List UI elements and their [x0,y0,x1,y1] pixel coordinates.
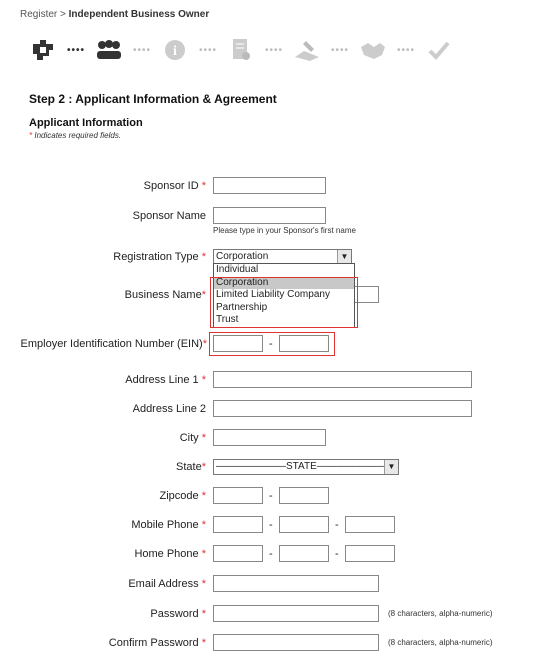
zipcode-label: Zipcode * [159,490,206,502]
progress-dots: •••• [66,44,85,56]
handshake-icon [360,37,386,63]
home-area-input[interactable] [213,545,263,562]
business-name-label: Business Name* [124,289,206,301]
progress-steps: •••• •••• i •••• •••• •••• •••• [30,36,452,64]
state-label: State* [176,461,206,473]
zipcode-row: Zipcode * - [0,487,550,507]
progress-dots: •••• [330,44,349,56]
mobile-area-input[interactable] [213,516,263,533]
sponsor-name-label: Sponsor Name [132,210,206,222]
password-hint: (8 characters, alpha-numeric) [388,609,493,618]
mobile-phone-label: Mobile Phone * [131,519,206,531]
sponsor-name-hint: Please type in your Sponsor's first name [213,226,356,235]
password-label: Password * [150,608,206,620]
breadcrumb-separator: > [57,9,69,20]
ein-label: Employer Identification Number (EIN)* [20,338,207,350]
signature-icon [294,37,320,63]
progress-dots: •••• [198,44,217,56]
state-row: State* ———————STATE——————— ▼ [0,458,550,478]
address1-input[interactable] [213,371,472,388]
sponsor-id-row: Sponsor ID * [0,177,550,197]
sponsor-id-input[interactable] [213,177,326,194]
info-icon: i [162,37,188,63]
svg-text:i: i [173,44,177,59]
address2-row: Address Line 2 [0,400,550,420]
breadcrumb-current: Independent Business Owner [68,9,210,20]
password-input[interactable] [213,605,379,622]
address1-row: Address Line 1 * [0,371,550,391]
breadcrumb-root[interactable]: Register [20,9,57,20]
city-label: City * [179,432,206,444]
confirm-password-label: Confirm Password * [108,637,206,649]
home-phone-label: Home Phone * [134,548,206,560]
dash: - [269,519,273,531]
required-note: * Indicates required fields. [29,131,121,140]
required-note-text: Indicates required fields. [34,131,122,140]
zipcode-input[interactable] [213,487,263,504]
mobile-prefix-input[interactable] [279,516,329,533]
section-title: Applicant Information [29,117,143,129]
email-input[interactable] [213,575,379,592]
dash: - [269,548,273,560]
confirm-password-row: Confirm Password * (8 characters, alpha-… [0,634,550,654]
step-title: Step 2 : Applicant Information & Agreeme… [29,92,277,106]
city-row: City * [0,429,550,449]
confirm-password-input[interactable] [213,634,379,651]
required-star: * [29,131,33,140]
dash: - [335,548,339,560]
password-row: Password * (8 characters, alpha-numeric) [0,605,550,625]
document-icon [228,37,254,63]
registration-type-label: Registration Type * [113,251,206,263]
address2-label: Address Line 2 [132,403,206,415]
home-line-input[interactable] [345,545,395,562]
checkmark-icon [426,37,452,63]
people-icon [96,37,122,63]
address1-label: Address Line 1 * [125,374,206,386]
breadcrumb: Register > Independent Business Owner [20,9,209,20]
progress-dots: •••• [396,44,415,56]
highlight-box [210,277,358,328]
puzzle-icon [30,37,56,63]
sponsor-name-input[interactable] [213,207,326,224]
sponsor-id-label: Sponsor ID * [143,180,206,192]
dropdown-option[interactable]: Individual [214,264,354,277]
sponsor-name-row: Sponsor Name Please type in your Sponsor… [0,207,550,235]
address2-input[interactable] [213,400,472,417]
mobile-phone-row: Mobile Phone * - - [0,516,550,536]
state-select[interactable]: ———————STATE——————— ▼ [213,459,399,475]
highlight-box [209,332,335,356]
dash: - [269,490,273,502]
progress-dots: •••• [264,44,283,56]
home-prefix-input[interactable] [279,545,329,562]
progress-dots: •••• [132,44,151,56]
chevron-down-icon[interactable]: ▼ [384,460,398,474]
mobile-line-input[interactable] [345,516,395,533]
email-label: Email Address * [128,578,206,590]
confirm-password-hint: (8 characters, alpha-numeric) [388,638,493,647]
dash: - [335,519,339,531]
zipcode-ext-input[interactable] [279,487,329,504]
city-input[interactable] [213,429,326,446]
email-row: Email Address * [0,575,550,595]
chevron-down-icon[interactable]: ▼ [337,250,351,264]
home-phone-row: Home Phone * - - [0,545,550,565]
